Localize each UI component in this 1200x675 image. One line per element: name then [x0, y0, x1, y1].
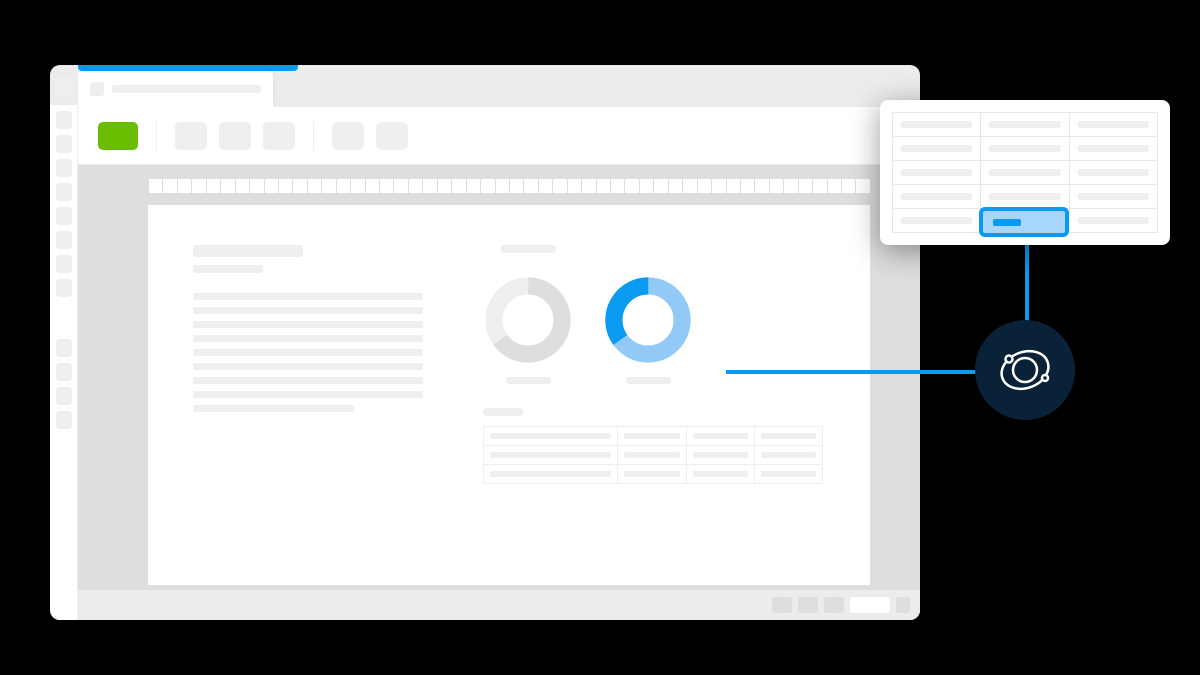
sidebar-tool-2[interactable] — [56, 135, 72, 153]
sidebar-tool-7[interactable] — [56, 255, 72, 273]
chart-group-1 — [483, 245, 573, 384]
chart-1-title — [501, 245, 556, 253]
table-row — [893, 185, 1158, 209]
tab-doc-icon — [90, 82, 104, 96]
sidebar-tool-4[interactable] — [56, 183, 72, 201]
doc-subtitle — [193, 265, 263, 273]
horizontal-ruler — [148, 179, 870, 193]
app-window — [50, 65, 920, 620]
orbit-icon — [995, 340, 1055, 400]
status-view-1[interactable] — [772, 597, 792, 613]
document-page[interactable] — [148, 205, 870, 585]
sidebar — [50, 105, 78, 620]
tool-button-4[interactable] — [263, 122, 295, 150]
data-link-badge — [975, 320, 1075, 420]
zoom-control[interactable] — [850, 597, 890, 613]
doc-paragraph — [193, 293, 423, 412]
donut-chart-1[interactable] — [483, 275, 573, 365]
canvas-area — [78, 165, 920, 590]
doc-title — [193, 245, 303, 257]
main-area — [78, 107, 920, 620]
chart-2-label — [626, 377, 671, 384]
document-tab[interactable] — [78, 71, 273, 107]
linked-cell-value — [993, 219, 1021, 226]
text-column — [193, 245, 423, 412]
sidebar-tool-8[interactable] — [56, 279, 72, 297]
tool-button-6[interactable] — [376, 122, 408, 150]
toolbar — [78, 107, 920, 165]
sidebar-tool-12[interactable] — [56, 411, 72, 429]
linked-cell-highlight[interactable] — [979, 207, 1069, 237]
chart-group-2 — [603, 245, 693, 384]
donut-chart-2[interactable] — [603, 275, 693, 365]
table-row — [484, 446, 822, 465]
app-menu-icon[interactable] — [55, 77, 73, 95]
tool-button-active[interactable] — [98, 122, 138, 150]
charts-column — [483, 245, 823, 484]
data-source-panel[interactable] — [880, 100, 1170, 245]
table-row — [484, 465, 822, 483]
sidebar-tool-3[interactable] — [56, 159, 72, 177]
status-view-2[interactable] — [798, 597, 818, 613]
link-line-horizontal — [726, 370, 986, 374]
table-section-label — [483, 408, 523, 416]
tab-title — [112, 85, 261, 93]
status-view-3[interactable] — [824, 597, 844, 613]
sidebar-tool-10[interactable] — [56, 363, 72, 381]
tool-button-2[interactable] — [175, 122, 207, 150]
sidebar-tool-11[interactable] — [56, 387, 72, 405]
sidebar-tool-5[interactable] — [56, 207, 72, 225]
toolbar-divider — [156, 121, 157, 151]
table-row — [893, 161, 1158, 185]
doc-table[interactable] — [483, 426, 823, 484]
tool-button-3[interactable] — [219, 122, 251, 150]
zoom-arrow-icon[interactable] — [896, 597, 910, 613]
table-row — [893, 113, 1158, 137]
status-bar — [78, 590, 920, 620]
sidebar-tool-1[interactable] — [56, 111, 72, 129]
table-row — [484, 427, 822, 446]
sidebar-tool-6[interactable] — [56, 231, 72, 249]
table-row — [893, 137, 1158, 161]
chart-1-label — [506, 377, 551, 384]
tool-button-5[interactable] — [332, 122, 364, 150]
toolbar-divider — [313, 121, 314, 151]
sidebar-tool-9[interactable] — [56, 339, 72, 357]
